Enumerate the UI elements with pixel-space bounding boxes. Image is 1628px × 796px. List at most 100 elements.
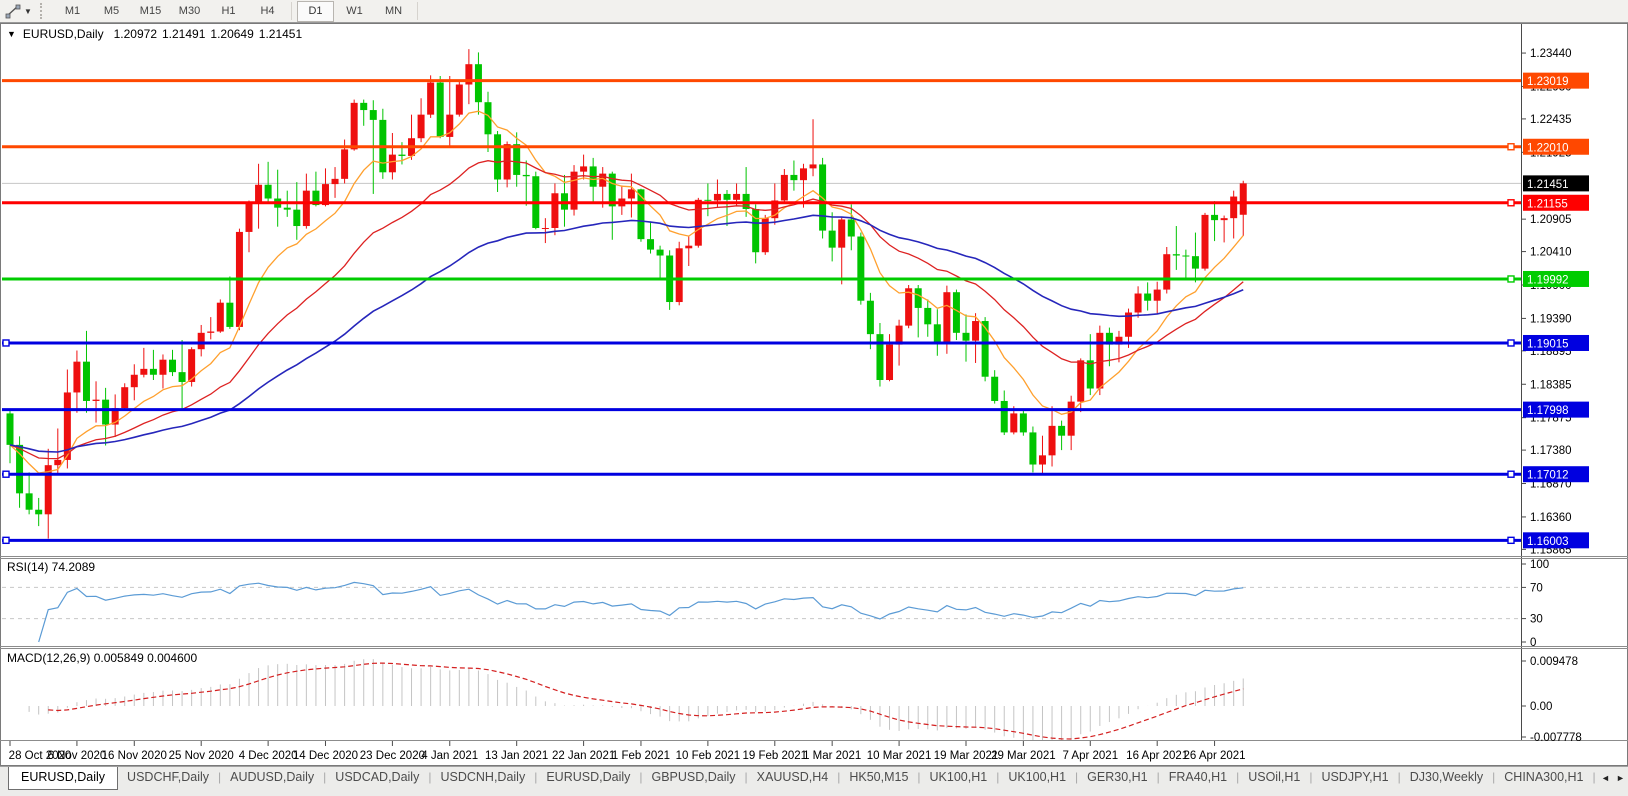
chart-area[interactable]: 1.234401.229301.224351.219251.209051.204… — [0, 23, 1628, 766]
candle-body — [1211, 215, 1218, 220]
timeframe-button-H4[interactable]: H4 — [249, 1, 286, 22]
chart-tab-DJ30-Weekly[interactable]: DJ30,Weekly — [1401, 767, 1492, 788]
candle-body — [972, 321, 979, 341]
chart-tab-CHINA300-H1[interactable]: CHINA300,H1 — [1495, 767, 1592, 788]
candle-body — [121, 387, 128, 408]
hline-handle[interactable] — [1508, 471, 1514, 477]
candle-body — [733, 194, 740, 200]
chart-tab-FRA40-H1[interactable]: FRA40,H1 — [1160, 767, 1236, 788]
candle-body — [924, 308, 931, 324]
hline-handle[interactable] — [1508, 340, 1514, 346]
candle-body — [695, 200, 702, 246]
svg-text:10 Feb 2021: 10 Feb 2021 — [676, 750, 741, 762]
tab-scroll-left-button[interactable]: ◄ — [1598, 769, 1613, 787]
line-tool-icon[interactable] — [2, 2, 24, 20]
price-badge-1.22010[interactable]: 1.22010 — [1523, 139, 1589, 155]
candle-body — [102, 400, 109, 425]
timeframe-button-W1[interactable]: W1 — [336, 1, 373, 22]
candle-body — [982, 321, 989, 377]
candle-body — [255, 185, 262, 203]
timeframe-button-M30[interactable]: M30 — [171, 1, 208, 22]
candle-body — [915, 288, 922, 308]
chart-tabbar: EURUSD,DailyUSDCHF,Daily|AUDUSD,Daily|US… — [0, 766, 1628, 796]
chart-tab-EURUSD-Daily[interactable]: EURUSD,Daily — [8, 767, 118, 790]
candle-body — [131, 375, 138, 387]
timeframe-button-H1[interactable]: H1 — [210, 1, 247, 22]
svg-text:19 Mar 2021: 19 Mar 2021 — [934, 750, 999, 762]
hline-handle[interactable] — [1508, 276, 1514, 282]
svg-text:1.16360: 1.16360 — [1530, 512, 1572, 524]
candle-body — [1049, 426, 1056, 455]
chart-tab-AUDUSD-Daily[interactable]: AUDUSD,Daily — [221, 767, 323, 788]
timeframe-button-M5[interactable]: M5 — [93, 1, 130, 22]
chart-tab-GER30-H1[interactable]: GER30,H1 — [1078, 767, 1156, 788]
hline-handle[interactable] — [1508, 537, 1514, 543]
svg-text:1.23019: 1.23019 — [1527, 76, 1569, 88]
hline-handle[interactable] — [1508, 144, 1514, 150]
chart-tab-UK100-H1[interactable]: UK100,H1 — [921, 767, 997, 788]
candle-body — [169, 360, 176, 372]
candle-body — [876, 334, 883, 380]
candle-body — [418, 115, 425, 139]
candle-body — [551, 193, 558, 228]
candle-body — [73, 362, 80, 393]
candle-body — [1221, 218, 1228, 220]
chart-tab-USDCNH-Daily[interactable]: USDCNH,Daily — [431, 767, 534, 788]
chart-tab-HK50-M15[interactable]: HK50,M15 — [840, 767, 917, 788]
price-badge-1.17012[interactable]: 1.17012 — [1523, 466, 1589, 482]
svg-text:1.19390: 1.19390 — [1530, 313, 1572, 325]
hline-handle[interactable] — [3, 537, 9, 543]
chart-tab-XAUUSD-H4[interactable]: XAUUSD,H4 — [748, 767, 838, 788]
price-badge-1.23019[interactable]: 1.23019 — [1523, 73, 1589, 89]
tab-scroll-right-button[interactable]: ► — [1613, 769, 1628, 787]
svg-text:25 Nov 2020: 25 Nov 2020 — [169, 750, 234, 762]
macd-label: MACD(12,26,9) 0.005849 0.004600 — [7, 651, 197, 665]
chart-tab-USDJPY-H1[interactable]: USDJPY,H1 — [1312, 767, 1397, 788]
chart-title: ▼ EURUSD,Daily 1.20972 1.21491 1.20649 1… — [7, 27, 307, 41]
chart-tab-GBPUSD-Daily[interactable]: GBPUSD,Daily — [643, 767, 745, 788]
price-badge-1.16003[interactable]: 1.16003 — [1523, 532, 1589, 548]
candle-body — [542, 228, 549, 229]
price-badge-1.19992[interactable]: 1.19992 — [1523, 271, 1589, 287]
svg-text:6 Nov 2020: 6 Nov 2020 — [48, 750, 107, 762]
chart-dropdown-icon[interactable]: ▼ — [7, 29, 16, 39]
price-badge-1.21451[interactable]: 1.21451 — [1523, 175, 1589, 191]
price-badge-1.17998[interactable]: 1.17998 — [1523, 402, 1589, 418]
candle-body — [704, 200, 711, 201]
candle-body — [456, 85, 463, 115]
timeframe-button-M15[interactable]: M15 — [132, 1, 169, 22]
candle-body — [303, 191, 310, 226]
price-badge-1.21155[interactable]: 1.21155 — [1523, 195, 1589, 211]
svg-text:16 Nov 2020: 16 Nov 2020 — [102, 750, 167, 762]
timeframe-button-D1[interactable]: D1 — [297, 1, 334, 22]
chart-tab-EURUSD-Daily[interactable]: EURUSD,Daily — [537, 767, 639, 788]
candle-body — [781, 175, 788, 201]
candle-body — [1020, 413, 1027, 432]
chart-tab-USDCAD-Daily[interactable]: USDCAD,Daily — [326, 767, 428, 788]
hline-handle[interactable] — [3, 471, 9, 477]
hline-handle[interactable] — [3, 340, 9, 346]
svg-text:26 Apr 2021: 26 Apr 2021 — [1184, 750, 1246, 762]
candle-body — [207, 332, 214, 333]
candle-body — [179, 372, 186, 382]
candle-body — [628, 189, 635, 198]
chart-tab-UK100-H1[interactable]: UK100,H1 — [999, 767, 1075, 788]
svg-text:1.17380: 1.17380 — [1530, 445, 1572, 457]
price-badge-1.19015[interactable]: 1.19015 — [1523, 335, 1589, 351]
candle-body — [1001, 401, 1008, 432]
chart-tab-USDCHF-Daily[interactable]: USDCHF,Daily — [118, 767, 218, 788]
timeframe-button-MN[interactable]: MN — [375, 1, 412, 22]
candle-body — [685, 246, 692, 249]
ohlc-low: 1.20649 — [210, 27, 253, 41]
candle-body — [1010, 413, 1017, 432]
svg-text:0.00: 0.00 — [1530, 701, 1552, 713]
dropdown-caret-icon[interactable]: ▼ — [24, 7, 36, 16]
chart-tab-USOil-H1[interactable]: USOil,H1 — [1239, 767, 1309, 788]
svg-text:4 Jan 2021: 4 Jan 2021 — [421, 750, 478, 762]
timeframe-button-M1[interactable]: M1 — [54, 1, 91, 22]
candle-body — [905, 288, 912, 325]
candle-body — [513, 144, 520, 175]
candle-body — [475, 64, 482, 102]
hline-handle[interactable] — [1508, 200, 1514, 206]
svg-text:13 Jan 2021: 13 Jan 2021 — [485, 750, 548, 762]
